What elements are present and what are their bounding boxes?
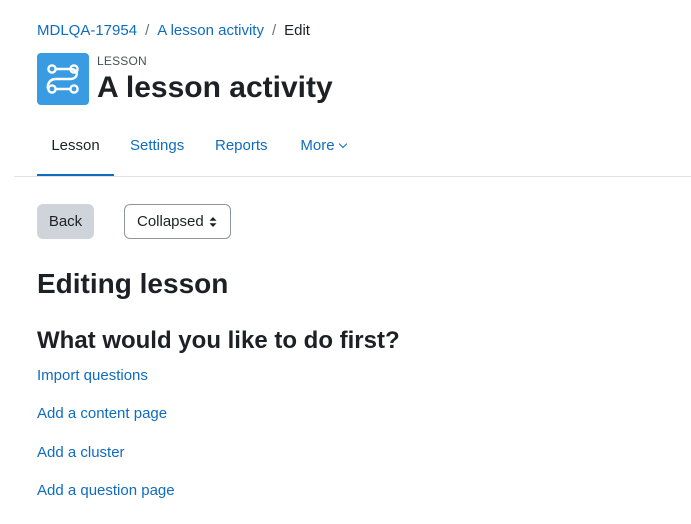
- view-mode-value: Collapsed: [137, 213, 204, 230]
- breadcrumb-current: Edit: [284, 21, 310, 39]
- chevron-down-icon: [338, 139, 347, 149]
- back-button[interactable]: Back: [37, 204, 94, 239]
- activity-type-label: LESSON: [97, 54, 147, 68]
- tab-reports[interactable]: Reports: [215, 125, 268, 177]
- add-question-page-link[interactable]: Add a question page: [37, 481, 175, 501]
- breadcrumb-course-link[interactable]: MDLQA-17954: [37, 22, 137, 39]
- select-arrows-icon: [209, 217, 217, 227]
- breadcrumb-separator: /: [145, 21, 150, 39]
- tab-more[interactable]: More: [298, 125, 348, 177]
- editing-heading: Editing lesson: [37, 268, 229, 299]
- breadcrumb-separator: /: [271, 21, 277, 39]
- breadcrumb: MDLQA-17954 / A lesson activity / Edit: [37, 20, 310, 40]
- tab-lesson[interactable]: Lesson: [37, 125, 114, 177]
- nav-divider: [14, 176, 691, 177]
- add-cluster-link[interactable]: Add a cluster: [37, 443, 125, 463]
- view-mode-select[interactable]: Collapsed: [124, 204, 231, 239]
- tab-more-label: More: [300, 137, 335, 154]
- secondary-navigation: Lesson Settings Reports More: [0, 125, 691, 177]
- import-questions-link[interactable]: Import questions: [37, 366, 148, 386]
- tab-settings[interactable]: Settings: [130, 125, 184, 177]
- add-content-page-link[interactable]: Add a content page: [37, 404, 167, 424]
- lesson-icon: [37, 53, 89, 105]
- breadcrumb-activity-link[interactable]: A lesson activity: [157, 22, 264, 39]
- first-step-heading: What would you like to do first?: [37, 327, 400, 354]
- page-title: A lesson activity: [97, 71, 333, 104]
